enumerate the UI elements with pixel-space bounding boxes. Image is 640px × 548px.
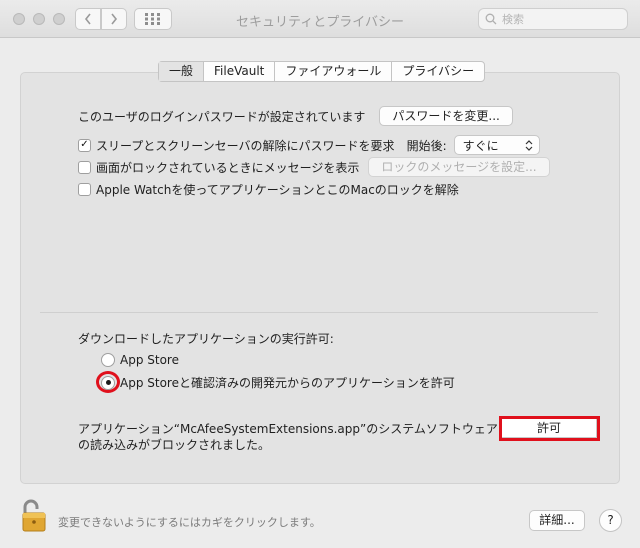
unlocked-padlock-icon xyxy=(22,499,46,532)
updown-chevron-icon xyxy=(525,139,533,151)
apple-watch-row: Apple Watchを使ってアプリケーションとこのMacのロックを解除 xyxy=(78,181,459,198)
show-message-checkbox[interactable] xyxy=(78,160,91,174)
tab-firewall[interactable]: ファイアウォール xyxy=(275,62,393,81)
require-password-row: ✓ スリープとスクリーンセーバの解除にパスワードを要求 開始後: すぐに xyxy=(78,135,540,155)
search-icon xyxy=(485,13,497,25)
download-heading: ダウンロードしたアプリケーションの実行許可: xyxy=(78,332,334,346)
section-divider xyxy=(40,312,598,313)
apple-watch-checkbox[interactable] xyxy=(78,183,91,196)
apple-watch-label: Apple Watchを使ってアプリケーションとこのMacのロックを解除 xyxy=(96,183,459,197)
start-after-value: すぐに xyxy=(462,138,499,153)
tab-general[interactable]: 一般 xyxy=(159,62,205,81)
show-message-label: 画面がロックされているときにメッセージを表示 xyxy=(96,160,360,175)
show-message-row: 画面がロックされているときにメッセージを表示 ロックのメッセージを設定... xyxy=(78,157,550,177)
search-placeholder: 検索 xyxy=(502,13,524,26)
login-password-row: このユーザのログインパスワードが設定されています パスワードを変更... xyxy=(78,106,513,126)
tab-bar: 一般 FileVault ファイアウォール プライバシー xyxy=(158,61,486,82)
login-password-text: このユーザのログインパスワードが設定されています xyxy=(78,109,366,124)
blocked-extension-message: アプリケーション“McAfeeSystemExtensions.app”のシステ… xyxy=(78,422,498,452)
require-password-label: スリープとスクリーンセーバの解除にパスワードを要求 xyxy=(96,138,395,153)
option-app-store-label: App Store xyxy=(120,353,179,367)
highlight-circle xyxy=(96,371,120,393)
search-field[interactable]: 検索 xyxy=(478,8,628,30)
details-button[interactable]: 詳細... xyxy=(529,510,585,531)
tab-privacy[interactable]: プライバシー xyxy=(392,62,484,81)
start-after-label: 開始後: xyxy=(406,138,447,153)
title-bar: セキュリティとプライバシー 検索 xyxy=(0,0,640,38)
system-preferences-window: セキュリティとプライバシー 検索 一般 FileVault ファイアウォール プ… xyxy=(0,0,640,548)
option-app-store-and-identified[interactable]: App Storeと確認済みの開発元からのアプリケーションを許可 xyxy=(101,374,455,391)
radio-app-store[interactable] xyxy=(101,353,115,367)
checkmark-icon: ✓ xyxy=(80,139,89,150)
tab-filevault[interactable]: FileVault xyxy=(204,62,276,81)
highlight-box xyxy=(499,416,600,441)
change-password-button[interactable]: パスワードを変更... xyxy=(379,106,513,126)
start-after-select[interactable]: すぐに xyxy=(453,135,540,155)
require-password-checkbox[interactable]: ✓ xyxy=(78,138,91,152)
option-app-store[interactable]: App Store xyxy=(101,353,179,367)
lock-button[interactable] xyxy=(20,499,50,536)
set-lock-message-button[interactable]: ロックのメッセージを設定... xyxy=(368,157,550,177)
lock-instruction-text: 変更できないようにするにはカギをクリックします。 xyxy=(58,516,321,529)
option-app-store-and-identified-label: App Storeと確認済みの開発元からのアプリケーションを許可 xyxy=(120,376,455,390)
help-button[interactable]: ? xyxy=(599,509,622,532)
